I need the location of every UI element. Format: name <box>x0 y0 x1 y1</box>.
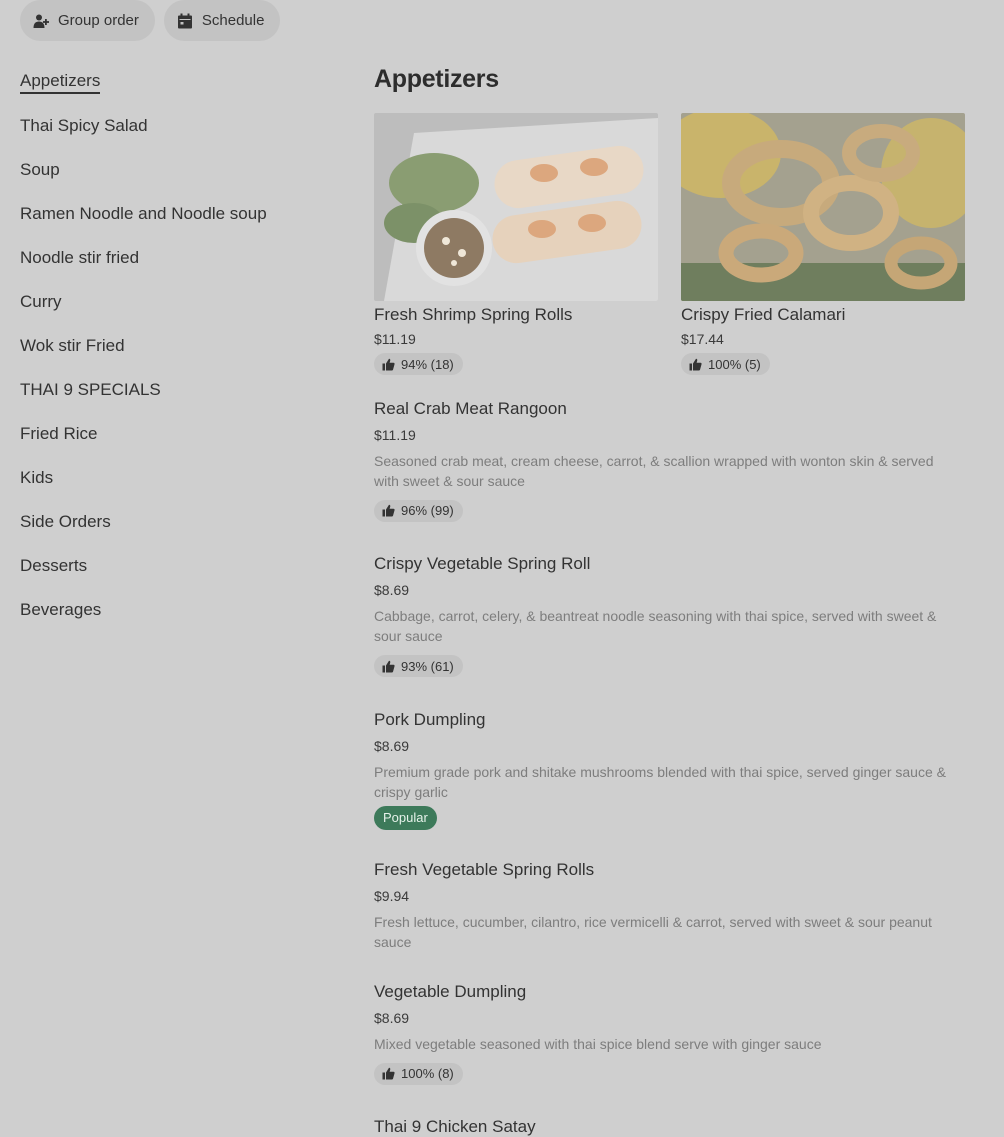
sidebar-item-curry[interactable]: Curry <box>20 280 340 324</box>
thumbs-up-icon <box>382 1067 395 1080</box>
thumbs-up-icon <box>382 660 395 673</box>
menu-item[interactable]: Real Crab Meat Rangoon $11.19 Seasoned c… <box>374 399 964 523</box>
schedule-button[interactable]: Schedule <box>163 0 281 41</box>
sidebar-item-label: Wok stir Fried <box>20 336 125 355</box>
menu-card-name: Fresh Shrimp Spring Rolls <box>374 305 573 324</box>
menu-item-name: Fresh Vegetable Spring Rolls <box>374 859 595 879</box>
sidebar-item-noodle-stir-fried[interactable]: Noodle stir fried <box>20 236 340 280</box>
menu-item[interactable]: Pork Dumpling $8.69 Premium grade pork a… <box>374 710 964 830</box>
sidebar-item-label: Noodle stir fried <box>20 248 140 267</box>
menu-item-description: Fresh lettuce, cucumber, cilantro, rice … <box>374 913 932 950</box>
menu-card[interactable]: Crispy Fried Calamari $17.44 100% (5) <box>681 113 965 376</box>
sidebar-item-label: THAI 9 SPECIALS <box>20 380 161 399</box>
sidebar-item-appetizers[interactable]: Appetizers <box>20 60 340 104</box>
sidebar-item-wok-stir-fried[interactable]: Wok stir Fried <box>20 324 340 368</box>
sidebar-item-label: Ramen Noodle and Noodle soup <box>20 204 267 223</box>
menu-item[interactable]: Vegetable Dumpling $8.69 Mixed vegetable… <box>374 982 964 1086</box>
menu-item-description: Mixed vegetable seasoned with thai spice… <box>374 1035 822 1052</box>
calamari-photo <box>681 113 965 301</box>
menu-item-description: Cabbage, carrot, celery, & beantreat noo… <box>374 608 937 644</box>
rating-text: 94% (18) <box>401 356 454 372</box>
menu-item-description: Seasoned crab meat, cream cheese, carrot… <box>374 452 934 489</box>
menu-card-price: $11.19 <box>374 331 416 347</box>
menu-card-price: $17.44 <box>681 331 724 347</box>
thumbs-up-icon <box>689 358 702 371</box>
thumbs-up-icon <box>382 358 395 371</box>
sidebar-item-label: Appetizers <box>20 71 101 94</box>
thumbs-up-icon <box>382 504 395 517</box>
top-actions: Group order Schedule <box>20 0 281 41</box>
menu-item[interactable]: Thai 9 Chicken Satay <box>374 1117 964 1137</box>
rating-text: 96% (99) <box>401 503 454 518</box>
sidebar-item-soup[interactable]: Soup <box>20 148 340 192</box>
menu-item-price: $11.19 <box>374 426 416 443</box>
menu-card-name: Crispy Fried Calamari <box>681 305 846 324</box>
sidebar-item-label: Curry <box>20 292 62 311</box>
menu-item-description: Premium grade pork and shitake mushrooms… <box>374 763 946 800</box>
menu-item-name: Real Crab Meat Rangoon <box>374 398 567 418</box>
rating-badge: 93% (61) <box>374 655 463 677</box>
menu-section: Appetizers Fresh Shrimp Spring Rolls $11… <box>374 60 965 1137</box>
sidebar-item-desserts[interactable]: Desserts <box>20 544 340 588</box>
category-sidebar: Appetizers Thai Spicy Salad Soup Ramen N… <box>20 60 340 632</box>
add-person-icon <box>32 12 50 30</box>
menu-item-price: $8.69 <box>374 582 410 598</box>
spring-rolls-photo <box>374 113 658 301</box>
sidebar-item-label: Beverages <box>20 600 102 619</box>
menu-item-name: Pork Dumpling <box>374 709 486 729</box>
menu-item-price: $8.69 <box>374 737 410 754</box>
section-title: Appetizers <box>374 65 499 93</box>
sidebar-item-label: Side Orders <box>20 512 111 531</box>
rating-badge: 100% (8) <box>374 1062 463 1085</box>
featured-cards: Fresh Shrimp Spring Rolls $11.19 94% (18… <box>374 113 965 376</box>
sidebar-item-side-orders[interactable]: Side Orders <box>20 500 340 544</box>
sidebar-item-label: Soup <box>20 160 60 179</box>
rating-text: 93% (61) <box>401 658 454 674</box>
sidebar-item-label: Thai Spicy Salad <box>20 116 148 135</box>
menu-item-name: Thai 9 Chicken Satay <box>374 1117 536 1136</box>
sidebar-item-label: Kids <box>20 468 54 487</box>
sidebar-item-label: Fried Rice <box>20 424 98 443</box>
rating-badge: 94% (18) <box>374 353 463 375</box>
menu-item-name: Vegetable Dumpling <box>374 981 527 1001</box>
menu-item-price: $8.69 <box>374 1009 410 1026</box>
rating-text: 100% (8) <box>401 1066 454 1081</box>
sidebar-item-thai-spicy-salad[interactable]: Thai Spicy Salad <box>20 104 340 148</box>
calendar-icon <box>176 12 194 30</box>
rating-badge: 100% (5) <box>681 353 770 375</box>
group-order-button[interactable]: Group order <box>20 0 155 41</box>
sidebar-item-label: Desserts <box>20 556 88 575</box>
sidebar-item-thai-9-specials[interactable]: THAI 9 SPECIALS <box>20 368 340 412</box>
schedule-label: Schedule <box>201 12 265 29</box>
group-order-label: Group order <box>58 12 139 29</box>
menu-item[interactable]: Fresh Vegetable Spring Rolls $9.94 Fresh… <box>374 860 964 952</box>
rating-text: 100% (5) <box>708 356 761 372</box>
menu-item-price: $9.94 <box>374 887 410 904</box>
menu-item-name: Crispy Vegetable Spring Roll <box>374 554 591 573</box>
sidebar-item-beverages[interactable]: Beverages <box>20 588 340 632</box>
rating-badge: 96% (99) <box>374 499 463 522</box>
sidebar-item-kids[interactable]: Kids <box>20 456 340 500</box>
menu-card[interactable]: Fresh Shrimp Spring Rolls $11.19 94% (18… <box>374 113 658 376</box>
menu-item[interactable]: Crispy Vegetable Spring Roll $8.69 Cabba… <box>374 554 964 678</box>
popular-badge: Popular <box>374 805 437 830</box>
sidebar-item-ramen[interactable]: Ramen Noodle and Noodle soup <box>20 192 340 236</box>
sidebar-item-fried-rice[interactable]: Fried Rice <box>20 412 340 456</box>
